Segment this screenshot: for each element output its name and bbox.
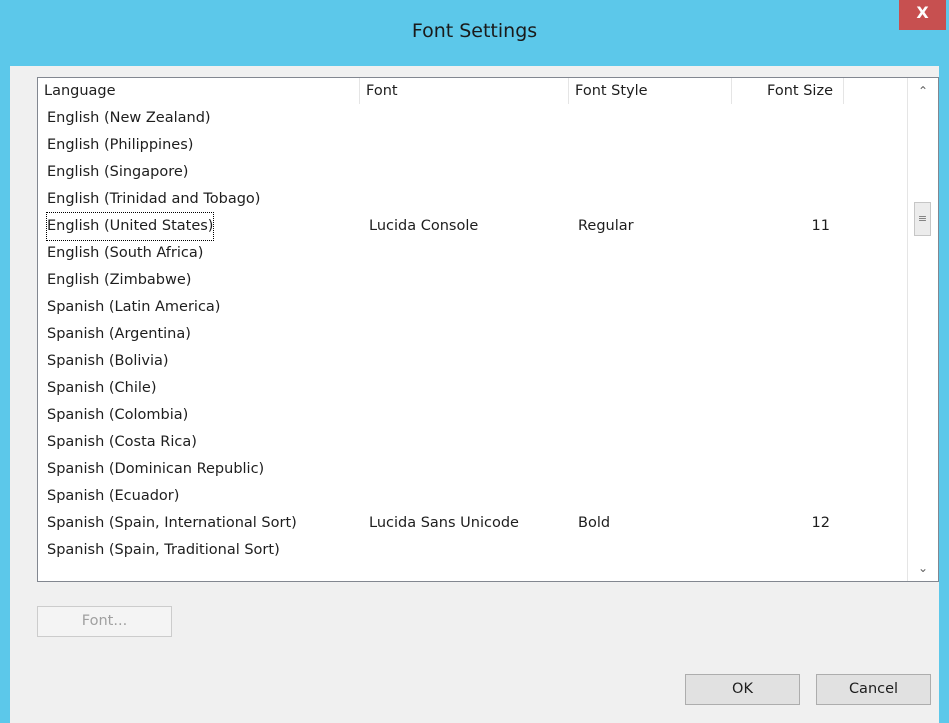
language-cell: Spanish (Chile) [47, 380, 157, 396]
font-size-cell: 11 [811, 218, 830, 234]
font-size-cell [728, 537, 830, 564]
font-size-cell [728, 321, 830, 348]
language-cell: Spanish (Costa Rica) [47, 434, 197, 450]
list-row[interactable]: Spanish (Colombia) [38, 402, 908, 429]
language-font-list[interactable]: Language Font Font Style Font Size Engli… [37, 77, 939, 582]
font-size-cell [728, 429, 830, 456]
cancel-button[interactable]: Cancel [816, 674, 931, 705]
list-row[interactable]: English (New Zealand) [38, 105, 908, 132]
font-size-cell: 12 [811, 515, 830, 531]
column-header-language[interactable]: Language [38, 78, 360, 104]
font-size-cell [728, 186, 830, 213]
font-size-cell [728, 132, 830, 159]
font-cell: Lucida Sans Unicode [369, 515, 519, 531]
font-size-cell [728, 483, 830, 510]
language-cell: English (Philippines) [47, 137, 194, 153]
font-size-cell [728, 456, 830, 483]
language-cell: Spanish (Argentina) [47, 326, 191, 342]
list-row[interactable]: Spanish (Chile) [38, 375, 908, 402]
font-style-cell: Regular [578, 218, 634, 234]
font-button[interactable]: Font... [37, 606, 172, 637]
list-row[interactable]: Spanish (Latin America) [38, 294, 908, 321]
list-row[interactable]: English (Singapore) [38, 159, 908, 186]
window-title: Font Settings [411, 20, 538, 42]
list-row[interactable]: Spanish (Bolivia) [38, 348, 908, 375]
font-size-cell [728, 294, 830, 321]
language-cell: English (Zimbabwe) [47, 272, 192, 288]
list-row[interactable]: English (Zimbabwe) [38, 267, 908, 294]
dialog-body: Language Font Font Style Font Size Engli… [10, 66, 939, 723]
list-row[interactable]: English (United States) Lucida Console Reg… [38, 212, 908, 241]
chevron-up-icon[interactable]: ⌃ [908, 78, 938, 104]
font-cell: Lucida Console [369, 218, 479, 234]
list-rows: English (New Zealand) English (Philippine… [38, 105, 908, 564]
language-cell: Spanish (Dominican Republic) [47, 461, 265, 477]
language-cell: Spanish (Spain, International Sort) [47, 515, 297, 531]
font-size-cell [728, 267, 830, 294]
list-row[interactable]: English (South Africa) [38, 240, 908, 267]
font-size-cell [728, 240, 830, 267]
column-header-font-style[interactable]: Font Style [569, 78, 732, 104]
font-size-cell [728, 402, 830, 429]
list-header: Language Font Font Style Font Size [38, 78, 908, 104]
list-row[interactable]: English (Trinidad and Tobago) [38, 186, 908, 213]
language-cell: Spanish (Ecuador) [47, 488, 180, 504]
language-cell: Spanish (Colombia) [47, 407, 189, 423]
font-style-cell: Bold [578, 515, 611, 531]
font-size-cell [728, 348, 830, 375]
title-bar[interactable]: Font Settings X [0, 0, 949, 66]
scrollbar-thumb[interactable]: ≡ [914, 202, 931, 236]
language-cell: Spanish (Latin America) [47, 299, 221, 315]
column-header-font[interactable]: Font [360, 78, 569, 104]
chevron-down-icon[interactable]: ⌄ [908, 555, 938, 581]
language-cell: English (South Africa) [47, 245, 204, 261]
font-settings-window: Font Settings X Language Font Font Style… [0, 0, 949, 723]
list-row[interactable]: Spanish (Costa Rica) [38, 429, 908, 456]
vertical-scrollbar[interactable]: ⌃ ≡ ⌄ [907, 78, 938, 581]
language-cell: English (New Zealand) [47, 110, 211, 126]
font-size-cell [728, 375, 830, 402]
language-cell: English (Singapore) [47, 164, 189, 180]
list-row[interactable]: Spanish (Spain, International Sort) Lucid… [38, 510, 908, 537]
close-button[interactable]: X [899, 0, 946, 30]
font-size-cell [728, 159, 830, 186]
list-row[interactable]: Spanish (Ecuador) [38, 483, 908, 510]
column-header-font-size[interactable]: Font Size [732, 78, 844, 104]
ok-button[interactable]: OK [685, 674, 800, 705]
list-row[interactable]: English (Philippines) [38, 132, 908, 159]
list-row[interactable]: Spanish (Dominican Republic) [38, 456, 908, 483]
language-cell: Spanish (Spain, Traditional Sort) [47, 542, 280, 558]
language-cell: English (Trinidad and Tobago) [47, 191, 261, 207]
list-row[interactable]: Spanish (Argentina) [38, 321, 908, 348]
language-cell: Spanish (Bolivia) [47, 353, 169, 369]
font-size-cell [728, 105, 830, 132]
list-row[interactable]: Spanish (Spain, Traditional Sort) [38, 537, 908, 564]
language-cell: English (United States) [45, 212, 215, 241]
column-header-filler [844, 78, 908, 104]
